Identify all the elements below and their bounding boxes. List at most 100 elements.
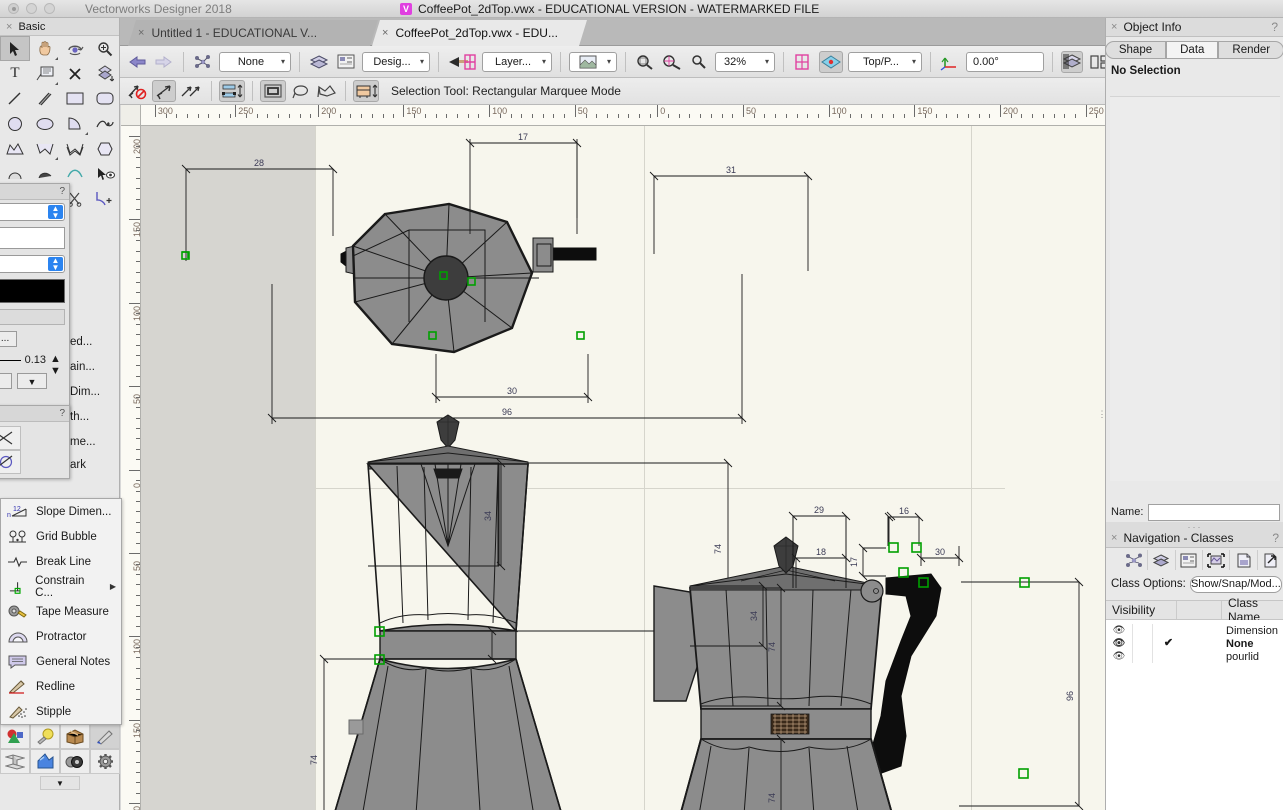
layers-stack-icon[interactable]: [308, 51, 330, 73]
flyout-item-stipple[interactable]: Stipple: [1, 699, 121, 724]
fit-to-objects-icon[interactable]: [634, 51, 656, 73]
active-class-check[interactable]: [1152, 650, 1184, 663]
zoom-window-button[interactable]: [44, 3, 55, 14]
x-delete-tool[interactable]: [60, 61, 90, 86]
help-icon[interactable]: ?: [1272, 531, 1279, 545]
document-tab-coffeepot[interactable]: × CoffeePot_2dTop.vwx - EDU...: [372, 20, 587, 46]
visibility-eye-icon[interactable]: 👁: [1106, 638, 1132, 649]
circle-tool[interactable]: [0, 111, 30, 136]
stepper-icon[interactable]: ▲ ▼: [50, 353, 65, 377]
arc-tool[interactable]: [60, 111, 90, 136]
zoom-tool[interactable]: [90, 36, 120, 61]
saved-views-dropdown[interactable]: None ▾: [219, 51, 291, 72]
classes-icon[interactable]: [1120, 550, 1147, 570]
design-layer-dropdown[interactable]: Desig... ▾: [362, 51, 430, 72]
lighting-toolset[interactable]: [30, 724, 60, 749]
window-controls[interactable]: [8, 3, 55, 14]
panel-drag-handle[interactable]: ···: [1106, 522, 1283, 532]
close-window-button[interactable]: [8, 3, 19, 14]
line-weight-value[interactable]: 0.13: [25, 354, 46, 366]
tab-render[interactable]: Render: [1218, 41, 1283, 59]
flyout-item-redline[interactable]: Redline: [1, 674, 121, 699]
fit-to-page-icon[interactable]: [661, 51, 683, 73]
flyout-item-constrain-constraints[interactable]: Constrain C... ▶: [1, 574, 121, 599]
machine-design-toolset[interactable]: [90, 749, 120, 774]
pan-tool[interactable]: [30, 36, 60, 61]
close-icon[interactable]: ×: [1111, 532, 1117, 544]
line-tool[interactable]: [0, 86, 30, 111]
coffeepot-drawing[interactable]: 17 28 31 30 96 34 74 74 29 16 18 17 30 3…: [141, 126, 1105, 810]
flyout-peek-label[interactable]: ain...: [70, 361, 122, 373]
visibility-eye-icon[interactable]: 👁: [1106, 625, 1132, 636]
active-class-check[interactable]: [1152, 624, 1184, 637]
column-active[interactable]: [1176, 601, 1221, 619]
tool-placeholder[interactable]: [90, 211, 120, 236]
close-icon[interactable]: ×: [6, 21, 12, 33]
page-boundary-icon[interactable]: [792, 51, 814, 73]
regular-polygon-tool[interactable]: [90, 136, 120, 161]
mechanical-toolset[interactable]: [60, 749, 90, 774]
close-icon[interactable]: ×: [1111, 21, 1117, 33]
visibility-eye-icon[interactable]: 👁: [1106, 651, 1132, 662]
active-class-check[interactable]: ✔: [1152, 637, 1184, 650]
table-row[interactable]: 👁 pourlid: [1106, 650, 1283, 663]
eyedropper-tool[interactable]: [90, 161, 120, 186]
selection-tool[interactable]: [0, 36, 30, 61]
layer-visibility-icon[interactable]: [447, 51, 477, 73]
double-polyline-tool[interactable]: [60, 136, 90, 161]
pen-mode-dropdown[interactable]: Solid ▲▼: [0, 255, 65, 273]
rounded-rectangle-tool[interactable]: [90, 86, 120, 111]
help-icon[interactable]: ?: [59, 186, 65, 197]
extrude-tool[interactable]: [90, 61, 120, 86]
zoom-level-dropdown[interactable]: 32% ▾: [715, 51, 775, 72]
snap-to-object-button[interactable]: [0, 426, 21, 450]
flyout-item-tape-measure[interactable]: Tape Measure: [1, 599, 121, 624]
text-tool[interactable]: T: [0, 61, 30, 86]
freehand-tool[interactable]: [90, 111, 120, 136]
flyout-peek-label[interactable]: ark: [70, 459, 122, 471]
class-dropdown[interactable]: ▾: [569, 51, 617, 72]
toolsets-overflow-button[interactable]: ▼: [40, 776, 80, 790]
flyout-peek-label[interactable]: ed...: [70, 336, 122, 348]
flyout-peek-label[interactable]: me...: [70, 436, 122, 448]
layer-options-icon[interactable]: [335, 51, 357, 73]
viewports-icon[interactable]: [1202, 550, 1229, 570]
fill-color-swatch[interactable]: [0, 227, 65, 249]
layer-options-dropdown[interactable]: Layer... ▾: [482, 51, 552, 72]
rectangle-tool[interactable]: [60, 86, 90, 111]
table-row[interactable]: 👁 ✔ None: [1106, 637, 1283, 650]
forward-arrow-icon[interactable]: [153, 51, 175, 73]
class-options-dropdown[interactable]: Show/Snap/Mod...: [1189, 575, 1282, 593]
marquee-height-mode-button[interactable]: [219, 80, 245, 102]
shadow-settings-button[interactable]: ...: [0, 331, 18, 347]
polygon-tool[interactable]: [0, 136, 30, 161]
back-arrow-icon[interactable]: [126, 51, 148, 73]
no-selection-mode-button[interactable]: [126, 80, 148, 102]
flyout-item-grid-bubble[interactable]: Grid Bubble: [1, 524, 121, 549]
help-icon[interactable]: ?: [59, 408, 65, 419]
close-icon[interactable]: ×: [382, 27, 388, 39]
visualization-toolset[interactable]: [90, 724, 120, 749]
view-orientation-icon[interactable]: [819, 50, 843, 73]
stepper-icon[interactable]: ▲ ▼: [48, 257, 63, 272]
rectangular-marquee-mode-button[interactable]: [260, 80, 286, 102]
sheet-layers-icon[interactable]: [1174, 550, 1202, 570]
column-class-name[interactable]: Class Name: [1221, 596, 1283, 624]
pen-color-swatch[interactable]: [0, 279, 65, 303]
fill-mode-dropdown[interactable]: Solid ▲▼: [0, 203, 65, 221]
flyout-peek-label[interactable]: Dim...: [70, 386, 122, 398]
references-icon[interactable]: [1256, 550, 1283, 570]
callout-tool[interactable]: [30, 61, 60, 86]
document-tab-untitled-1[interactable]: × Untitled 1 - EDUCATIONAL V...: [128, 20, 378, 46]
interactive-scaling-mode-button[interactable]: [353, 80, 379, 102]
flyout-item-protractor[interactable]: Protractor: [1, 624, 121, 649]
ellipse-tool[interactable]: [30, 111, 60, 136]
stepper-icon[interactable]: ▲ ▼: [48, 205, 63, 220]
unified-view-icon[interactable]: [1061, 50, 1083, 73]
plumbing-toolset[interactable]: [30, 749, 60, 774]
flyover-tool[interactable]: [60, 36, 90, 61]
attribute-menu-button[interactable]: ▼: [17, 373, 47, 389]
multiple-selection-mode-button[interactable]: [180, 80, 204, 102]
single-selection-mode-button[interactable]: [152, 80, 176, 102]
3d-modeling-toolset[interactable]: [0, 724, 30, 749]
